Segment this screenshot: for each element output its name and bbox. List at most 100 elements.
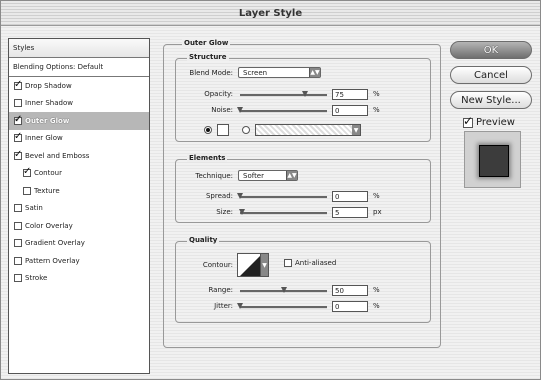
quality-title: Quality [187,236,220,244]
noise-slider[interactable] [237,107,327,113]
style-item-drop-shadow[interactable]: Drop Shadow [9,77,149,95]
noise-label: Noise: [211,106,233,114]
style-item-checkbox[interactable] [14,114,22,125]
spread-slider-thumb[interactable] [237,193,243,199]
style-item-inner-shadow[interactable]: Inner Shadow [9,95,149,113]
style-item-checkbox[interactable] [14,256,22,265]
noise-input[interactable]: 0 [332,105,368,116]
noise-slider-thumb[interactable] [237,107,243,113]
range-slider-thumb[interactable] [280,287,287,293]
gradient-dropdown-icon: ▼ [352,125,360,135]
jitter-label: Jitter: [214,302,233,310]
jitter-slider[interactable] [237,303,327,309]
preview-toggle[interactable]: Preview [463,114,515,128]
style-item-pattern-overlay[interactable]: Pattern Overlay [9,252,149,270]
style-item-label: Color Overlay [25,221,73,230]
style-item-label: Texture [34,186,60,195]
style-item-label: Pattern Overlay [25,256,80,265]
window-title: Layer Style [238,7,303,19]
technique-value: Softer [243,171,264,180]
popup-arrow-icon: ▲▼ [286,171,297,180]
style-item-checkbox[interactable] [14,99,22,108]
spread-label: Spread: [205,192,233,200]
blend-mode-select[interactable]: Screen ▲▼ [238,67,321,78]
blend-mode-value: Screen [243,68,268,77]
size-slider[interactable] [238,209,327,215]
style-item-checkbox[interactable] [14,221,22,230]
ok-button[interactable]: OK [450,41,532,59]
opacity-slider[interactable] [240,91,327,97]
styles-header[interactable]: Styles [9,39,149,58]
technique-label: Technique: [195,172,233,180]
style-item-outer-glow[interactable]: Outer Glow [9,112,149,130]
preview-swatch [479,145,509,177]
spread-input[interactable]: 0 [332,191,368,202]
opacity-unit: % [373,90,380,98]
style-item-stroke[interactable]: Stroke [9,270,149,288]
opacity-input[interactable]: 75 [332,89,368,100]
preview-checkbox[interactable] [463,114,473,128]
style-item-label: Satin [25,204,43,213]
contour-curve-icon [240,256,260,276]
style-item-checkbox[interactable] [14,149,22,160]
preview-label: Preview [476,117,515,128]
layer-style-dialog: Layer Style Styles Blending Options: Def… [0,0,541,380]
style-item-label: Inner Shadow [25,99,73,108]
style-item-label: Bevel and Emboss [25,151,90,160]
styles-list: Styles Blending Options: Default Drop Sh… [8,38,150,374]
style-item-satin[interactable]: Satin [9,200,149,218]
noise-unit: % [373,106,380,114]
size-slider-thumb[interactable] [238,209,245,215]
cancel-button[interactable]: Cancel [450,66,532,84]
jitter-input[interactable]: 0 [332,301,368,312]
size-input[interactable]: 5 [332,207,368,218]
anti-aliased-checkbox[interactable] [284,259,292,267]
style-item-checkbox[interactable] [14,239,22,248]
size-label: Size: [216,208,233,216]
style-item-checkbox[interactable] [23,166,31,178]
gradient-radio[interactable] [242,126,250,134]
styles-items: Drop Shadow Inner Shadow Outer Glow Inner G… [9,77,149,287]
style-item-gradient-overlay[interactable]: Gradient Overlay [9,235,149,253]
title-bar: Layer Style [1,1,540,26]
contour-picker[interactable] [237,253,261,277]
style-item-contour[interactable]: Contour [9,165,149,183]
style-item-checkbox[interactable] [14,204,22,213]
solid-color-radio[interactable] [204,126,212,134]
style-item-inner-glow[interactable]: Inner Glow [9,130,149,148]
jitter-unit: % [373,302,380,310]
contour-dropdown-icon[interactable]: ▼ [261,253,269,277]
size-unit: px [373,208,382,216]
range-label: Range: [208,286,233,294]
opacity-label: Opacity: [204,90,233,98]
anti-aliased-toggle[interactable]: Anti-aliased [284,259,336,267]
quality-group [175,241,431,323]
style-item-bevel-and-emboss[interactable]: Bevel and Emboss [9,147,149,165]
spread-slider[interactable] [237,193,327,199]
style-item-checkbox[interactable] [14,131,22,143]
style-item-label: Gradient Overlay [25,239,85,248]
style-preview [464,131,521,188]
structure-title: Structure [187,53,229,61]
jitter-slider-thumb[interactable] [237,303,243,309]
style-item-checkbox[interactable] [23,186,31,195]
new-style-button[interactable]: New Style... [450,91,532,109]
opacity-slider-thumb[interactable] [302,91,309,97]
spread-unit: % [373,192,380,200]
range-unit: % [373,286,380,294]
style-item-color-overlay[interactable]: Color Overlay [9,217,149,235]
gradient-picker[interactable]: ▼ [255,124,361,136]
style-item-label: Outer Glow [25,116,70,125]
style-item-checkbox[interactable] [14,274,22,283]
style-item-checkbox[interactable] [14,79,22,90]
anti-aliased-label: Anti-aliased [295,259,337,267]
style-item-label: Drop Shadow [25,81,72,90]
style-item-texture[interactable]: Texture [9,182,149,200]
blending-options-item[interactable]: Blending Options: Default [9,58,149,77]
style-item-label: Inner Glow [25,134,63,143]
technique-select[interactable]: Softer ▲▼ [238,170,298,181]
range-input[interactable]: 50 [332,285,368,296]
glow-color-swatch[interactable] [217,124,229,136]
blend-mode-label: Blend Mode: [189,69,233,77]
range-slider[interactable] [240,287,327,293]
